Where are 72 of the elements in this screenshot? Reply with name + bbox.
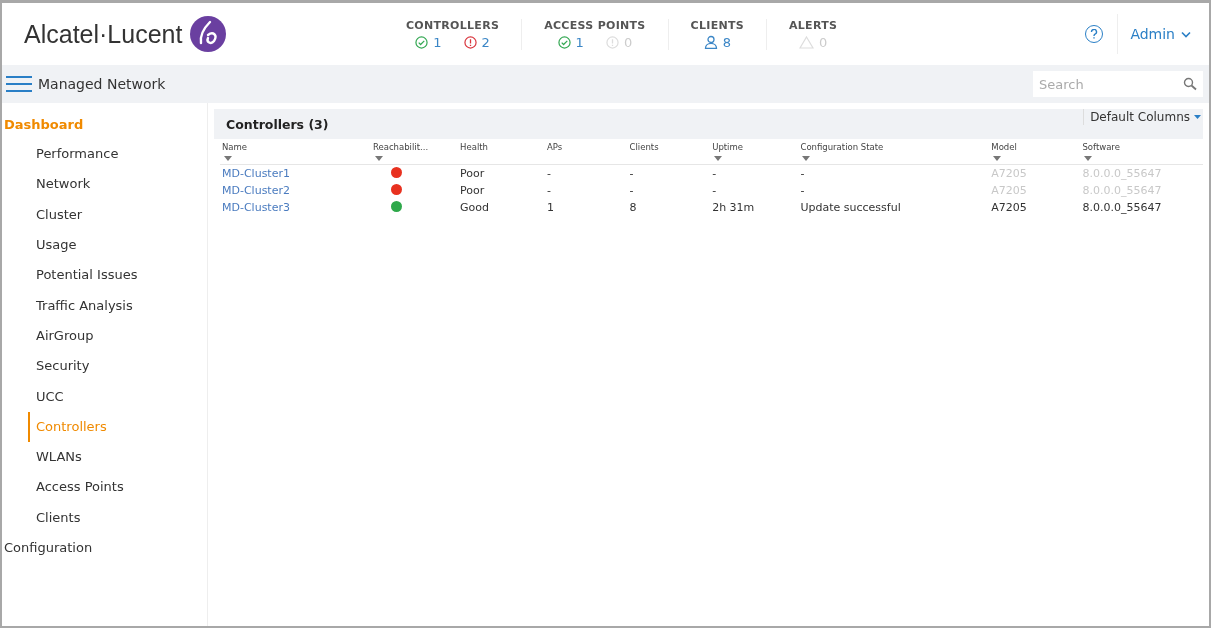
column-header[interactable]: APs [546,142,624,153]
controller-link[interactable]: MD-Cluster1 [222,167,290,180]
column-header[interactable]: Software [1082,142,1199,153]
check-circle-icon [415,35,429,49]
column-header[interactable]: Configuration State [800,142,986,153]
logo-icon [190,16,227,52]
filter-icon[interactable] [714,156,723,161]
alert-circle-icon [605,35,619,49]
table-title: Controllers (3) [226,116,329,132]
check-circle-icon [557,35,571,49]
sidebar-item[interactable]: Potential Issues [28,260,207,291]
table-cell: - [712,167,717,180]
brand-name: Alcatel·Lucent [24,19,183,49]
table-cell: Poor [460,184,485,197]
sidebar-item[interactable]: Usage [28,229,207,261]
sidebar-item[interactable]: Performance [28,139,207,170]
controller-link[interactable]: MD-Cluster3 [222,201,290,214]
summary-stat[interactable]: 1 [415,34,442,50]
sidebar-item[interactable]: AirGroup [28,320,207,352]
column-header[interactable]: Name [222,142,367,153]
filter-icon[interactable] [374,156,383,161]
table-cell: - [800,167,805,180]
table-cell: - [629,167,634,180]
user-menu-button[interactable]: Admin [1117,14,1197,54]
sidebar-item[interactable]: Clients [28,502,207,533]
sidebar-item[interactable]: WLANs [28,441,207,473]
summary-stat[interactable]: 2 [463,34,490,50]
table-cell: 8.0.0.0_55647 [1082,201,1162,214]
warning-icon [799,35,814,49]
sidebar-item[interactable]: Network [28,169,207,200]
summary-stat[interactable]: 1 [557,34,584,50]
filter-icon[interactable] [224,156,232,161]
table-cell: Good [460,201,490,214]
sidebar-item[interactable]: UCC [28,381,207,412]
filter-icon[interactable] [802,156,811,161]
chevron-down-icon [1181,30,1191,38]
filter-icon[interactable] [1084,156,1093,161]
table-cell: 8 [629,201,637,214]
column-header[interactable]: Model [991,142,1077,153]
table-cell: - [800,184,805,197]
summary-title: ALERTS [789,18,838,32]
sidebar-section[interactable]: Configuration [2,532,207,563]
summary-title: ACCESS POINTS [544,18,646,32]
table-cell: - [629,184,634,197]
summary-title: CONTROLLERS [406,18,500,32]
user-icon [703,35,718,49]
filter-icon[interactable] [993,156,1002,161]
table-cell: - [712,184,717,197]
table-cell: 1 [546,201,554,214]
table-cell: - [546,167,551,180]
breadcrumb-label: Managed Network [38,76,166,92]
sidebar-item[interactable]: Traffic Analysis [28,290,207,321]
sidebar-item[interactable]: Security [28,351,207,382]
table-cell: Poor [460,167,485,180]
column-header[interactable]: Clients [629,142,707,153]
summary-title: CLIENTS [690,18,744,32]
alert-circle-icon [463,35,477,49]
summary-stat[interactable]: 8 [703,34,731,50]
search-icon[interactable] [1183,77,1197,91]
caret-down-icon [1194,115,1201,119]
sidebar-item[interactable]: Cluster [28,199,207,230]
table-cell: A7205 [991,201,1027,214]
table-cell: - [546,184,551,197]
table-cell: Update successful [800,201,901,214]
column-header[interactable]: Reachabilit... [372,142,455,153]
search-field[interactable]: Search [1033,71,1203,97]
menu-icon[interactable] [6,75,32,93]
controller-link[interactable]: MD-Cluster2 [222,184,290,197]
column-header[interactable]: Uptime [712,142,795,153]
sidebar-item[interactable]: Access Points [28,472,207,503]
column-header[interactable]: Health [460,142,541,153]
table-cell: 2h 31m [712,201,755,214]
